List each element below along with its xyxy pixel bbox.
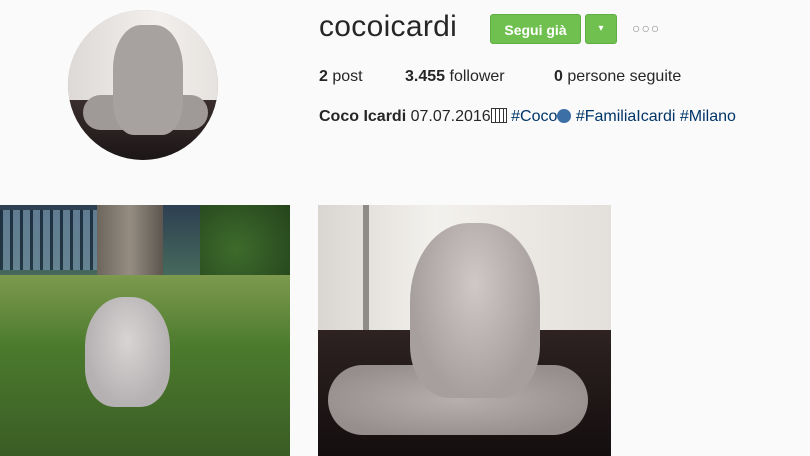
avatar-dog-head — [113, 25, 183, 135]
more-options-button[interactable]: ○○○ — [632, 18, 661, 38]
hashtag-familiaicardi[interactable]: #FamiliaIcardi — [576, 108, 676, 125]
posts-count-value: 2 — [319, 68, 328, 85]
following-button[interactable]: Segui già — [490, 14, 581, 44]
more-dots-icon: ○○○ — [632, 20, 661, 36]
profile-bio: Coco Icardi 07.07.2016 #Coco #FamiliaIca… — [319, 108, 736, 126]
profile-username: cocoicardi — [319, 10, 458, 43]
post-thumbnail-2[interactable] — [318, 205, 611, 456]
calendar-icon — [490, 108, 507, 123]
post1-fence — [0, 210, 100, 270]
following-count-label: persone seguite — [567, 68, 682, 85]
profile-avatar[interactable] — [68, 10, 218, 160]
post2-puppy — [410, 223, 540, 398]
posts-count: 2 post — [319, 68, 363, 86]
bio-date: 07.07.2016 — [410, 108, 491, 125]
post1-puppy — [85, 297, 170, 407]
post2-door-frame — [363, 205, 369, 335]
hashtag-milano[interactable]: #Milano — [680, 108, 736, 125]
following-count-value: 0 — [554, 68, 563, 85]
followers-count-label: follower — [449, 68, 505, 85]
followers-count-value: 3.455 — [405, 68, 446, 85]
post-thumbnail-1[interactable] — [0, 205, 290, 456]
following-count[interactable]: 0 persone seguite — [554, 68, 681, 86]
chevron-down-icon: ▾ — [598, 23, 604, 34]
hashtag-coco[interactable]: #Coco — [511, 108, 557, 125]
post1-tree-trunk — [97, 205, 163, 285]
followers-count[interactable]: 3.455 follower — [405, 68, 505, 86]
dog-face-icon — [557, 109, 572, 123]
posts-count-label: post — [332, 68, 363, 85]
bio-full-name: Coco Icardi — [319, 108, 407, 125]
follow-dropdown-button[interactable]: ▾ — [585, 14, 617, 44]
